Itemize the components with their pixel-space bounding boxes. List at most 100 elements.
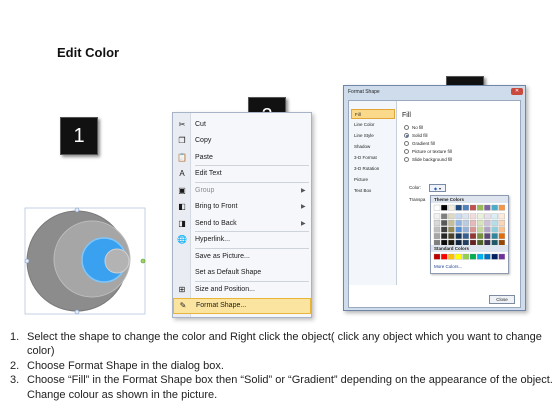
nav-item-line-style[interactable]: Line Style: [351, 131, 395, 141]
theme-color-swatch[interactable]: [462, 204, 469, 211]
theme-color-swatch[interactable]: [462, 226, 469, 233]
standard-color-swatch[interactable]: [441, 253, 448, 260]
standard-color-swatch[interactable]: [448, 253, 455, 260]
selection-handle[interactable]: [24, 258, 30, 264]
theme-color-swatch[interactable]: [455, 213, 462, 220]
nav-item-picture[interactable]: Picture: [351, 175, 395, 185]
selected-circle-shapes[interactable]: [22, 200, 152, 320]
theme-color-swatch[interactable]: [484, 226, 491, 233]
theme-color-swatch[interactable]: [441, 220, 448, 226]
theme-color-swatch[interactable]: [491, 213, 498, 220]
paste-icon: 📋: [177, 152, 187, 162]
theme-color-swatch[interactable]: [455, 226, 462, 233]
theme-color-swatch[interactable]: [498, 204, 505, 211]
menu-item-cut[interactable]: ✂ Cut: [173, 116, 311, 132]
theme-color-swatch[interactable]: [469, 226, 477, 233]
standard-color-swatch[interactable]: [498, 253, 505, 260]
standard-color-swatch[interactable]: [484, 253, 491, 260]
menu-item-group[interactable]: ▣ Group ▶: [173, 182, 311, 198]
theme-color-swatch[interactable]: [491, 204, 498, 211]
theme-color-swatch[interactable]: [462, 213, 469, 220]
theme-color-swatch[interactable]: [484, 213, 491, 220]
standard-color-swatch[interactable]: [433, 253, 441, 260]
menu-item-paste[interactable]: 📋 Paste: [173, 149, 311, 165]
menu-item-set-as-default-shape[interactable]: Set as Default Shape: [173, 265, 311, 281]
menu-item-format-shape[interactable]: ✎ Format Shape...: [173, 297, 311, 314]
chevron-down-icon: ▾: [439, 185, 442, 191]
theme-color-swatch[interactable]: [477, 204, 484, 211]
menu-item-label: Edit Text: [195, 170, 222, 177]
theme-color-swatch[interactable]: [433, 233, 441, 239]
nav-item-3d-rotation[interactable]: 3-D Rotation: [351, 164, 395, 174]
small-circle[interactable]: [104, 248, 130, 274]
theme-color-swatch[interactable]: [491, 226, 498, 233]
menu-item-save-as-picture[interactable]: Save as Picture...: [173, 248, 311, 264]
theme-color-swatch[interactable]: [441, 204, 448, 211]
theme-color-swatch[interactable]: [484, 233, 491, 239]
nav-item-3d-format[interactable]: 3-D Format: [351, 153, 395, 163]
theme-color-swatch[interactable]: [498, 220, 505, 226]
solid-fill-radio[interactable]: Solid fill: [404, 133, 428, 138]
selection-handle[interactable]: [74, 207, 80, 213]
color-label: Color:: [409, 185, 422, 190]
nav-item-text-box[interactable]: Text Box: [351, 186, 395, 196]
theme-color-swatch[interactable]: [469, 204, 477, 211]
theme-color-swatch[interactable]: [455, 220, 462, 226]
theme-color-swatch[interactable]: [441, 226, 448, 233]
gradient-fill-radio[interactable]: Gradient fill: [404, 141, 435, 146]
theme-color-swatch[interactable]: [498, 233, 505, 239]
menu-item-edit-text[interactable]: A Edit Text: [173, 166, 311, 182]
theme-color-swatch[interactable]: [455, 233, 462, 239]
theme-color-swatch[interactable]: [498, 213, 505, 220]
selection-handle[interactable]: [140, 258, 146, 264]
nav-item-line-color[interactable]: Line Color: [351, 120, 395, 130]
theme-color-swatch[interactable]: [491, 233, 498, 239]
theme-color-swatch[interactable]: [484, 204, 491, 211]
color-picker-button[interactable]: ◆ ▾: [429, 184, 446, 192]
theme-color-swatch[interactable]: [477, 213, 484, 220]
menu-item-size-and-position[interactable]: ⊞ Size and Position...: [173, 281, 311, 297]
theme-color-swatch[interactable]: [441, 213, 448, 220]
theme-color-swatch[interactable]: [469, 233, 477, 239]
slide-background-fill-radio[interactable]: Slide background fill: [404, 157, 452, 162]
theme-color-swatch[interactable]: [469, 213, 477, 220]
picture-fill-radio[interactable]: Picture or texture fill: [404, 149, 452, 154]
nav-item-shadow[interactable]: Shadow: [351, 142, 395, 152]
theme-color-swatch[interactable]: [433, 220, 441, 226]
standard-color-swatch[interactable]: [491, 253, 498, 260]
standard-color-swatch[interactable]: [455, 253, 462, 260]
menu-item-hyperlink[interactable]: 🌐 Hyperlink...: [173, 232, 311, 248]
copy-icon: ❐: [178, 136, 186, 145]
theme-color-swatch[interactable]: [448, 226, 455, 233]
menu-item-send-to-back[interactable]: ◨ Send to Back ▶: [173, 215, 311, 231]
theme-color-swatch[interactable]: [448, 213, 455, 220]
standard-color-swatch[interactable]: [462, 253, 469, 260]
theme-color-swatch[interactable]: [462, 233, 469, 239]
theme-color-swatch[interactable]: [433, 204, 441, 211]
standard-color-swatch[interactable]: [469, 253, 477, 260]
theme-color-swatch[interactable]: [498, 226, 505, 233]
theme-color-swatch[interactable]: [491, 220, 498, 226]
selection-handle[interactable]: [74, 309, 80, 315]
theme-color-swatch[interactable]: [477, 220, 484, 226]
theme-color-swatch[interactable]: [455, 204, 462, 211]
close-icon[interactable]: ✕: [511, 88, 523, 95]
theme-color-swatch[interactable]: [441, 233, 448, 239]
theme-color-swatch[interactable]: [484, 220, 491, 226]
theme-color-swatch[interactable]: [469, 220, 477, 226]
theme-color-swatch[interactable]: [448, 204, 455, 211]
theme-color-swatch[interactable]: [433, 213, 441, 220]
theme-color-swatch[interactable]: [448, 233, 455, 239]
theme-color-swatch[interactable]: [462, 220, 469, 226]
nav-item-fill[interactable]: Fill: [351, 109, 395, 119]
theme-color-swatch[interactable]: [433, 226, 441, 233]
no-fill-radio[interactable]: No fill: [404, 125, 423, 130]
theme-color-swatch[interactable]: [477, 233, 484, 239]
theme-color-swatch[interactable]: [448, 220, 455, 226]
more-colors-link[interactable]: More Colors...: [434, 264, 462, 269]
standard-color-swatch[interactable]: [477, 253, 484, 260]
menu-item-copy[interactable]: ❐ Copy: [173, 133, 311, 149]
theme-color-swatch[interactable]: [477, 226, 484, 233]
close-button[interactable]: Close: [489, 295, 515, 304]
menu-item-bring-to-front[interactable]: ◧ Bring to Front ▶: [173, 199, 311, 215]
